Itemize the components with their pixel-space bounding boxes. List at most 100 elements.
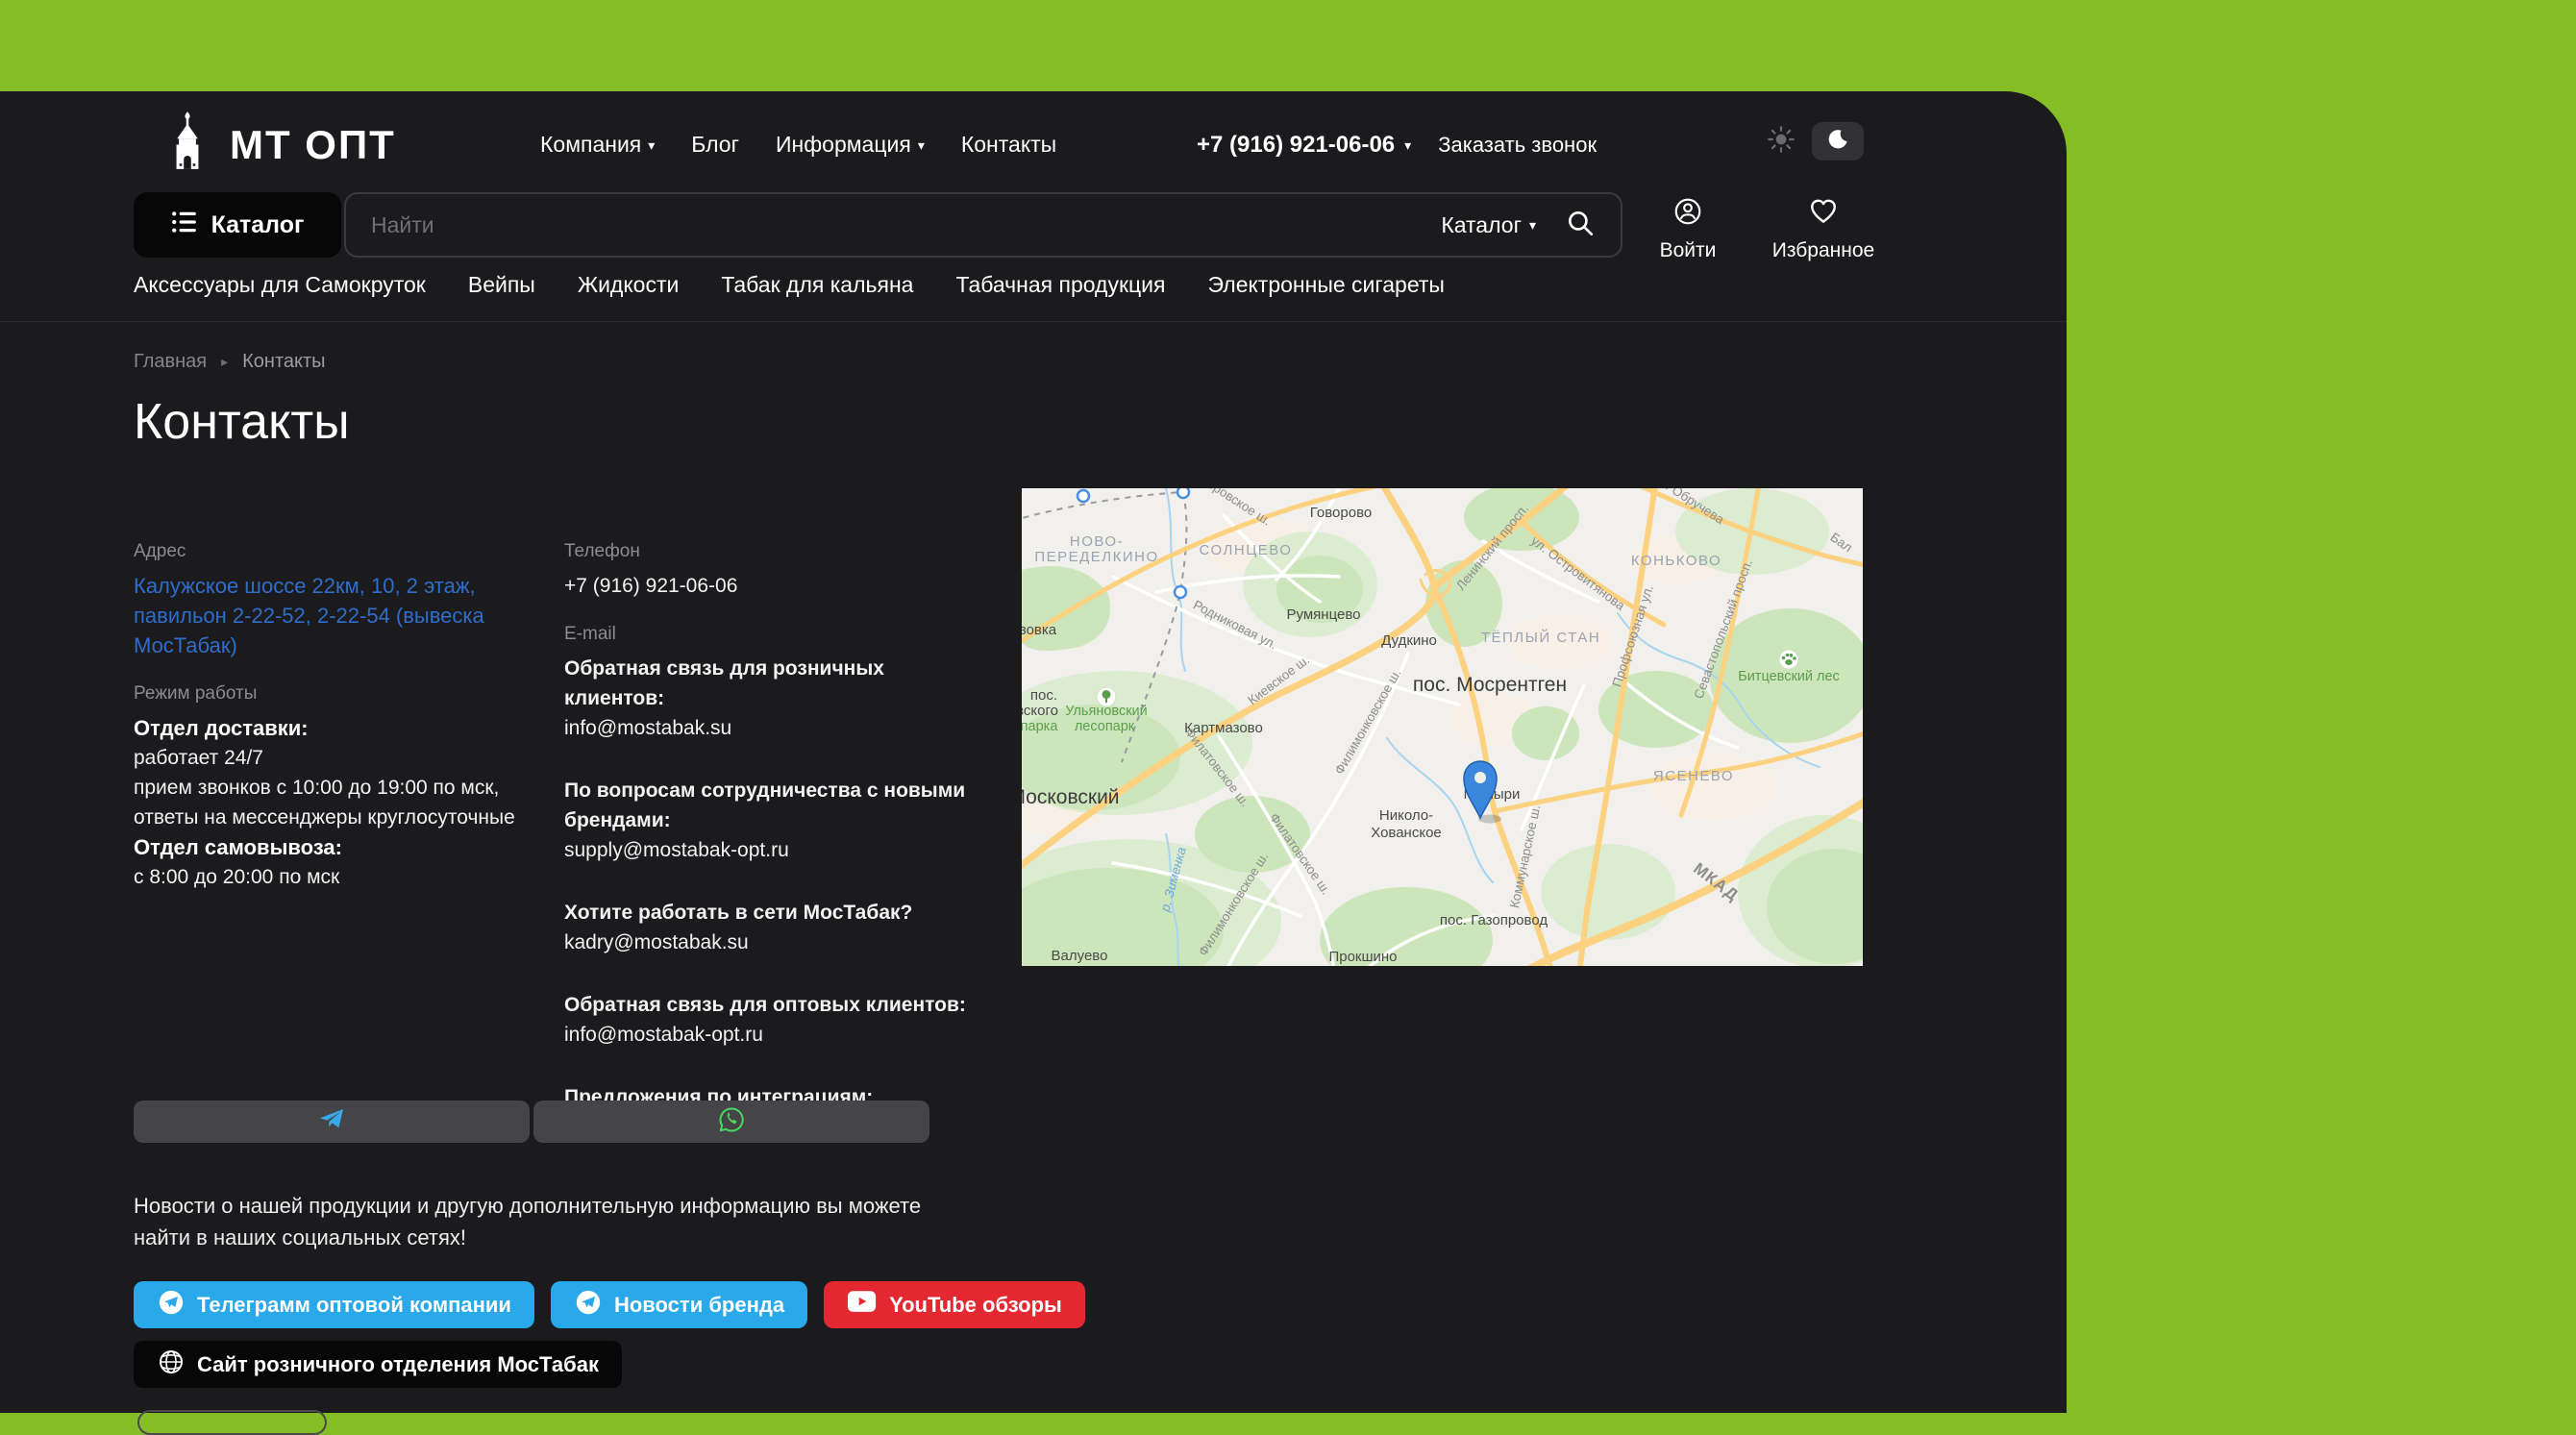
email-block: Обратная связь для розничных клиентов: i…: [564, 654, 968, 743]
favorites-button[interactable]: Избранное: [1771, 196, 1876, 262]
messenger-buttons: [134, 1101, 929, 1143]
map-label: Хованское: [1371, 825, 1442, 841]
delivery-line: прием звонков с 10:00 до 19:00 по мск, о…: [134, 773, 554, 832]
main-nav: Компания▾ Блог Информация▾ Контакты: [540, 132, 1056, 158]
youtube-button[interactable]: YouTube обзоры: [824, 1281, 1085, 1328]
email-address[interactable]: info@mostabak-opt.ru: [564, 1020, 968, 1050]
nav-information[interactable]: Информация▾: [776, 132, 925, 158]
map-label: НОВО-: [1070, 533, 1124, 550]
whatsapp-button[interactable]: [533, 1101, 929, 1143]
theme-toggle: [1766, 122, 1864, 161]
header-phone[interactable]: +7 (916) 921-06-06: [1197, 132, 1395, 159]
address-link[interactable]: Калужское шоссе 22км, 10, 2 этаж, павиль…: [134, 571, 554, 660]
nav-company[interactable]: Компания▾: [540, 132, 655, 158]
social-buttons-row2: Сайт розничного отделения МосТабак: [134, 1341, 622, 1388]
telegram-wholesale-button[interactable]: Телеграмм оптовой компании: [134, 1281, 534, 1328]
login-button[interactable]: Войти: [1635, 196, 1741, 262]
telegram-button[interactable]: [134, 1101, 530, 1143]
favorites-label: Избранное: [1772, 239, 1874, 262]
chevron-down-icon[interactable]: ▾: [1404, 138, 1411, 152]
kremlin-tower-icon: [162, 111, 212, 179]
moon-icon: [1826, 128, 1849, 156]
map[interactable]: ГоворовоРумянцевоДудкиноКартмазовоМамыри…: [1022, 488, 1863, 966]
map-label: лесопарк: [1075, 719, 1135, 734]
button-label: Новости бренда: [614, 1293, 784, 1318]
phone-label: Телефон: [564, 541, 968, 562]
youtube-icon: [847, 1290, 878, 1320]
delivery-title: Отдел доставки:: [134, 713, 554, 743]
retail-site-button[interactable]: Сайт розничного отделения МосТабак: [134, 1341, 622, 1388]
heart-icon: [1808, 196, 1839, 233]
dark-mode-button[interactable]: [1812, 122, 1864, 161]
social-buttons-row1: Телеграмм оптовой компании Новости бренд…: [134, 1281, 1085, 1328]
catalog-button[interactable]: Каталог: [134, 192, 341, 258]
delivery-line: работает 24/7: [134, 743, 554, 773]
email-block: По вопросам сотрудничества с новыми брен…: [564, 776, 968, 865]
logo[interactable]: МТ ОПТ: [162, 111, 396, 179]
map-label: ПЕРЕДЕЛКИНО: [1034, 549, 1158, 565]
sun-icon[interactable]: [1766, 124, 1796, 160]
breadcrumb-home[interactable]: Главная: [134, 351, 207, 373]
logo-text: МТ ОПТ: [230, 122, 396, 168]
map-label: ЯСЕНЕВО: [1653, 768, 1734, 784]
phone-cluster: +7 (916) 921-06-06 ▾ Заказать звонок: [1197, 132, 1597, 159]
breadcrumb-separator-icon: ▸: [221, 354, 228, 370]
category-item[interactable]: Табак для кальяна: [721, 272, 913, 298]
globe-icon: [157, 1348, 186, 1382]
email-address[interactable]: info@mostabak.su: [564, 713, 968, 743]
map-label: зовка: [1022, 622, 1057, 638]
map-label: Битцевский лес: [1738, 669, 1840, 684]
map-label: Ульяновский: [1065, 704, 1148, 719]
telegram-circle-icon: [574, 1288, 603, 1323]
contact-info-left: Адрес Калужское шоссе 22км, 10, 2 этаж, …: [134, 541, 554, 892]
telegram-brand-news-button[interactable]: Новости бренда: [551, 1281, 807, 1328]
page-title: Контакты: [134, 393, 350, 451]
chevron-down-icon: ▾: [1529, 218, 1536, 232]
category-item[interactable]: Вейпы: [468, 272, 535, 298]
pickup-line: с 8:00 до 20:00 по мск: [134, 862, 554, 892]
map-label: опарка: [1022, 719, 1058, 734]
paw-icon: [1779, 650, 1798, 669]
pickup-title: Отдел самовывоза:: [134, 832, 554, 862]
search-icon[interactable]: [1565, 208, 1596, 243]
category-item[interactable]: Табачная продукция: [955, 272, 1165, 298]
email-address[interactable]: kadry@mostabak.su: [564, 928, 968, 957]
search-scope-select[interactable]: Каталог▾: [1441, 212, 1536, 238]
map-label: пос.: [1030, 687, 1057, 704]
request-call-link[interactable]: Заказать звонок: [1438, 133, 1597, 158]
nav-blog[interactable]: Блог: [691, 132, 739, 158]
contact-info-right: Телефон +7 (916) 921-06-06 E-mail Обратн…: [564, 541, 968, 1175]
search-bar[interactable]: Найти Каталог▾: [344, 192, 1622, 258]
nav-contacts[interactable]: Контакты: [961, 132, 1056, 158]
main-panel: МТ ОПТ Компания▾ Блог Информация▾ Контак…: [0, 91, 2067, 1413]
login-label: Войти: [1660, 239, 1717, 262]
button-label: Телеграмм оптовой компании: [197, 1293, 511, 1318]
category-item[interactable]: Жидкости: [578, 272, 680, 298]
map-label: пос. Мосрентген: [1413, 674, 1567, 696]
social-note: Новости о нашей продукции и другую допол…: [134, 1190, 979, 1253]
user-icon: [1672, 196, 1703, 233]
bottom-partial-element[interactable]: [137, 1410, 327, 1435]
category-nav: Аксессуары для Самокруток Вейпы Жидкости…: [134, 272, 1445, 298]
email-title: Хотите работать в сети МосТабак?: [564, 898, 968, 928]
email-block: Обратная связь для оптовых клиентов: inf…: [564, 990, 968, 1050]
button-label: YouTube обзоры: [889, 1293, 1062, 1318]
button-label: Сайт розничного отделения МосТабак: [197, 1352, 599, 1377]
map-label: Валуево: [1052, 948, 1108, 964]
search-input[interactable]: Найти: [371, 212, 1441, 238]
map-label: СОЛНЦЕВО: [1200, 542, 1293, 558]
email-block: Хотите работать в сети МосТабак? kadry@m…: [564, 898, 968, 957]
category-item[interactable]: Аксессуары для Самокруток: [134, 272, 426, 298]
map-label: Прокшино: [1328, 949, 1397, 965]
map-label: Дудкино: [1381, 632, 1437, 649]
telegram-icon: [317, 1105, 346, 1139]
map-label: Московский: [1022, 786, 1120, 808]
email-title: По вопросам сотрудничества с новыми брен…: [564, 776, 968, 835]
map-label: вского: [1022, 703, 1058, 719]
contact-phone[interactable]: +7 (916) 921-06-06: [564, 571, 968, 601]
category-item[interactable]: Электронные сигареты: [1208, 272, 1445, 298]
email-address[interactable]: supply@mostabak-opt.ru: [564, 835, 968, 865]
schedule-label: Режим работы: [134, 683, 554, 705]
chevron-down-icon: ▾: [918, 138, 925, 152]
map-label: Николо-: [1379, 807, 1433, 824]
